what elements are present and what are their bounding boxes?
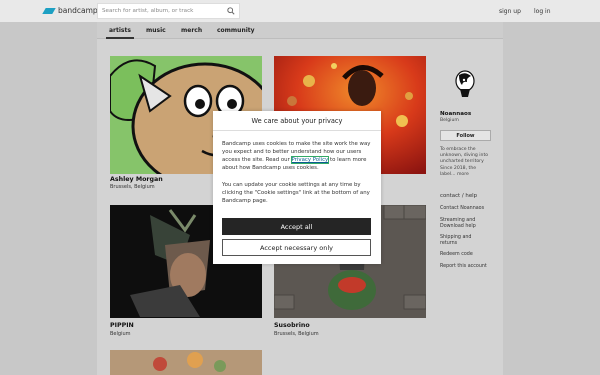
artist-location: Brussels, Belgium	[274, 331, 319, 337]
log-in-link[interactable]: log in	[534, 8, 551, 15]
sign-up-link[interactable]: sign up	[499, 8, 521, 15]
streaming-help-link[interactable]: Streaming and Download help	[440, 218, 494, 230]
tab-artists[interactable]: artists	[106, 27, 134, 39]
follow-button[interactable]: Follow	[440, 130, 491, 141]
label-bio: To embrace the unknown, diving into unch…	[440, 147, 489, 177]
accept-all-button[interactable]: Accept all	[222, 218, 371, 235]
bandcamp-logo[interactable]: bandcamp	[42, 6, 98, 15]
bandcamp-logo-icon	[42, 7, 56, 14]
report-account-link[interactable]: Report this account	[440, 264, 500, 270]
artist-image-5[interactable]	[110, 350, 262, 375]
artist-name[interactable]: Susobrino	[274, 322, 310, 329]
modal-paragraph-1: Bandcamp uses cookies to make the site w…	[222, 140, 374, 172]
artist-name[interactable]: Ashley Morgan	[110, 176, 163, 183]
artist-location: Brussels, Belgium	[110, 184, 155, 190]
label-name: Noannaos	[440, 111, 472, 117]
label-logo[interactable]	[454, 69, 476, 99]
label-nav: artists music merch community	[97, 22, 503, 39]
artist-location: Belgium	[110, 331, 131, 337]
search-box[interactable]	[97, 3, 240, 19]
tab-music[interactable]: music	[146, 27, 166, 34]
artist-name[interactable]: PIPPIN	[110, 322, 134, 329]
modal-paragraph-2: You can update your cookie settings at a…	[222, 182, 370, 204]
contact-help-heading: contact / help	[440, 193, 478, 199]
privacy-modal: We care about your privacy Bandcamp uses…	[213, 111, 381, 264]
top-bar: bandcamp sign up log in	[0, 0, 600, 22]
artist-artwork	[110, 350, 262, 375]
contact-link[interactable]: Contact Noannaos	[440, 206, 500, 212]
privacy-policy-link[interactable]: Privacy Policy	[290, 156, 330, 164]
logo-text: bandcamp	[58, 6, 98, 15]
search-icon[interactable]	[227, 7, 235, 15]
label-location: Belgium	[440, 118, 459, 123]
search-input[interactable]	[102, 4, 226, 18]
redeem-code-link[interactable]: Redeem code	[440, 252, 500, 258]
tab-merch[interactable]: merch	[181, 27, 202, 34]
modal-title: We care about your privacy	[213, 111, 381, 131]
accept-necessary-button[interactable]: Accept necessary only	[222, 239, 371, 256]
tab-community[interactable]: community	[217, 27, 255, 34]
shipping-link[interactable]: Shipping and returns	[440, 235, 480, 247]
